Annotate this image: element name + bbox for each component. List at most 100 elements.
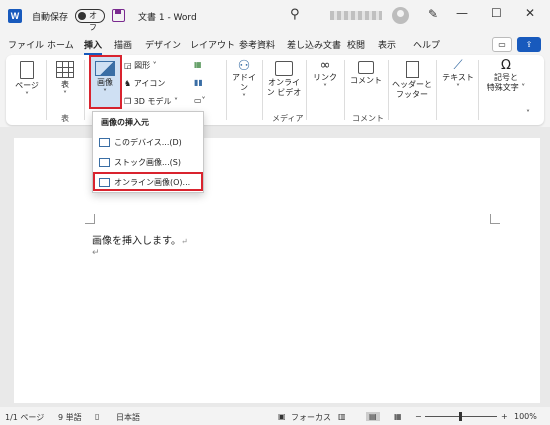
tab-layout[interactable]: レイアウト: [190, 38, 235, 51]
header-footer-button[interactable]: ヘッダーと フッター: [390, 61, 434, 100]
document-title: 文書 1 - Word: [138, 13, 197, 23]
tab-home[interactable]: ホーム: [47, 38, 74, 51]
text-label: テキスト: [442, 73, 474, 82]
ribbon-tabs: ファイル ホーム 挿入 描画 デザイン レイアウト 参考資料 差し込み文書 校閲…: [0, 36, 550, 55]
text-icon: ⟋: [453, 58, 463, 73]
minimize-button[interactable]: —: [456, 6, 468, 20]
separator: [344, 60, 345, 120]
symbols-label-1: 記号と: [494, 73, 518, 82]
chevron-down-icon: ˅: [242, 93, 246, 102]
language[interactable]: 日本語: [116, 412, 140, 423]
comment-insert-button[interactable]: コメント: [348, 61, 384, 86]
tab-mailings[interactable]: 差し込み文書: [287, 38, 341, 51]
addins-button[interactable]: ⚇ アドイン ˅: [230, 58, 258, 103]
group-comment-label: コメント: [352, 114, 384, 123]
dropdown-header: 画像の挿入元: [101, 118, 149, 127]
autosave-label: 自動保存: [32, 13, 69, 23]
device-image-icon: [99, 138, 110, 147]
table-button[interactable]: 表 ˅: [52, 61, 78, 100]
icons-label: アイコン: [133, 79, 166, 88]
tab-insert[interactable]: 挿入: [84, 38, 103, 55]
tab-design[interactable]: デザイン: [145, 38, 181, 51]
autosave-state: オフ: [89, 11, 97, 32]
addins-label: アドイン: [232, 73, 256, 92]
addins-icon: ⚇: [237, 58, 251, 74]
online-video-button[interactable]: オンライ ン ビデオ: [266, 61, 302, 98]
link-button[interactable]: ∞ リンク ˅: [310, 58, 340, 93]
text-cursor-line[interactable]: ↵: [92, 248, 100, 258]
toggle-knob: [78, 12, 86, 20]
focus-label[interactable]: フォーカス: [291, 412, 331, 423]
tab-help[interactable]: ヘルプ: [413, 38, 440, 51]
option-label: このデバイス...(D): [114, 138, 182, 147]
omega-icon: Ω: [501, 58, 511, 73]
designer-pen-icon[interactable]: ✎: [428, 7, 438, 21]
icons-button[interactable]: ♞ アイコン: [124, 78, 165, 89]
margin-corner-tl: [85, 214, 95, 224]
video-icon: [275, 61, 293, 76]
search-icon[interactable]: ⚲: [290, 7, 300, 22]
web-layout-icon[interactable]: ▦: [394, 412, 402, 421]
link-label: リンク: [313, 73, 337, 82]
shapes-label: 図形: [134, 61, 151, 70]
share-button[interactable]: ⇪: [517, 37, 541, 52]
this-device-option[interactable]: このデバイス...(D): [99, 137, 182, 148]
header-footer-label-2: フッター: [396, 90, 428, 99]
option-label: ストック画像...(S): [114, 158, 181, 167]
tab-draw[interactable]: 描画: [114, 38, 132, 51]
print-layout-icon[interactable]: ▤: [366, 412, 380, 421]
read-mode-icon[interactable]: ▥: [338, 412, 346, 421]
comments-button[interactable]: ▭: [492, 37, 512, 52]
word-count[interactable]: 9 単語: [58, 412, 82, 423]
comment-label: コメント: [350, 76, 382, 85]
zoom-slider-thumb[interactable]: [459, 412, 462, 421]
table-label: 表: [61, 80, 69, 89]
comment-icon: [358, 61, 374, 74]
page-count[interactable]: 1/1 ページ: [5, 412, 44, 423]
tab-view[interactable]: 表示: [378, 38, 396, 51]
screenshot-icon[interactable]: ▭˅: [194, 96, 206, 105]
autosave-toggle[interactable]: オフ: [75, 9, 105, 32]
title-bar: W 自動保存 オフ 文書 1 - Word ⚲ ✎ — ☐ ✕: [0, 0, 550, 32]
tab-file[interactable]: ファイル: [8, 38, 44, 51]
text-button[interactable]: ⟋ テキスト ˅: [440, 58, 476, 93]
link-icon: ∞: [319, 58, 331, 73]
page-label: ページ: [15, 81, 39, 90]
collapse-ribbon-icon[interactable]: ˅: [526, 109, 530, 118]
page-icon: [20, 61, 34, 79]
separator: [478, 60, 479, 120]
save-icon[interactable]: [112, 9, 125, 22]
separator: [262, 60, 263, 120]
3d-model-button[interactable]: ❒ 3D モデル ˅: [124, 96, 178, 107]
word-app-icon: W: [8, 9, 22, 23]
avatar[interactable]: [392, 7, 409, 24]
ribbon: ページ ˅ 表 ˅ 表 画像 ˅ ◲ 図形 ˅ ♞ アイコン ❒ 3D モデル …: [6, 55, 544, 125]
group-table-label: 表: [61, 114, 69, 123]
focus-icon[interactable]: ▣: [278, 412, 286, 421]
stock-images-option[interactable]: ストック画像...(S): [99, 157, 181, 168]
header-footer-icon: [405, 61, 419, 78]
tab-review[interactable]: 校閲: [347, 38, 365, 51]
symbols-button[interactable]: Ω 記号と 特殊文字 ˅: [480, 58, 532, 93]
zoom-out-button[interactable]: −: [415, 412, 422, 421]
tab-references[interactable]: 参考資料: [239, 38, 275, 51]
online-video-label-2: ン ビデオ: [266, 88, 302, 97]
zoom-level[interactable]: 100%: [514, 412, 537, 421]
document-line-1: 画像を挿入します。: [92, 236, 181, 247]
shapes-icon: ◲: [124, 61, 132, 70]
document-text-line[interactable]: 画像を挿入します。↵: [92, 232, 188, 247]
shapes-button[interactable]: ◲ 図形 ˅: [124, 60, 157, 71]
icons-icon: ♞: [124, 79, 132, 88]
close-button[interactable]: ✕: [525, 6, 535, 20]
separator: [306, 60, 307, 120]
stock-image-icon: [99, 158, 110, 167]
separator: [46, 60, 47, 120]
page-button[interactable]: ページ ˅: [12, 61, 42, 101]
group-media-label: メディア: [272, 114, 304, 123]
restore-button[interactable]: ☐: [491, 6, 502, 20]
proofing-icon[interactable]: ▯: [95, 412, 99, 421]
online-video-label-1: オンライ: [268, 78, 300, 87]
smartart-icon[interactable]: ▦: [194, 60, 202, 69]
chart-icon[interactable]: ▮▮: [194, 78, 203, 87]
zoom-in-button[interactable]: +: [501, 412, 508, 421]
